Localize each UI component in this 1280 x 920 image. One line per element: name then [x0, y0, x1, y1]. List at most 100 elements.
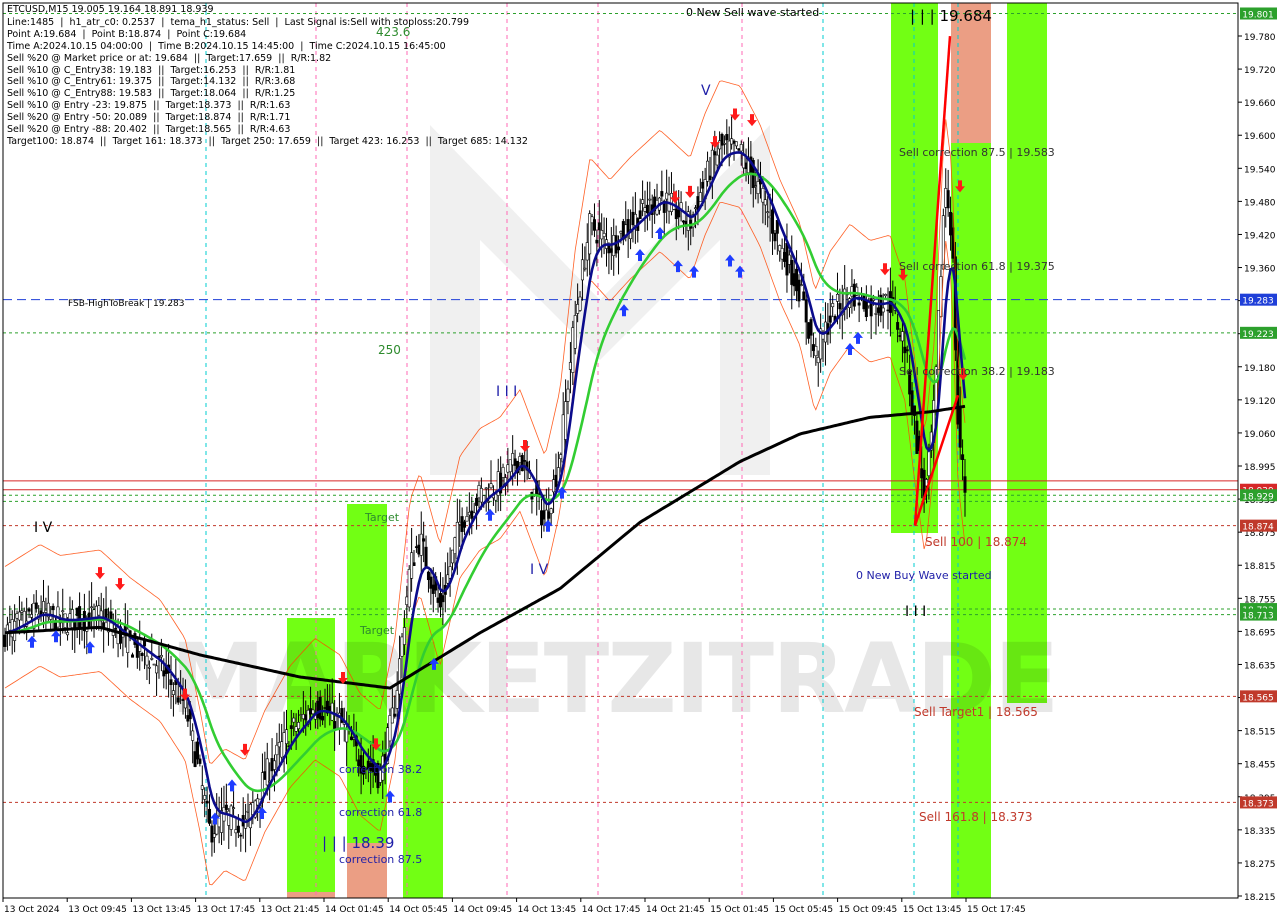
- y-tick-label: 19.780: [1244, 33, 1276, 43]
- new-sell-wave-label: 0 New Sell wave started: [686, 6, 819, 19]
- candle-body: [698, 192, 702, 202]
- x-tick-label: 14 Oct 05:45: [389, 905, 448, 915]
- candle-body: [41, 601, 45, 613]
- candle-body: [232, 807, 236, 809]
- candle-body: [316, 700, 320, 719]
- candle-body: [193, 751, 197, 767]
- buy-arrow-icon: [853, 331, 863, 344]
- info-line: Sell %20 @ Entry -88: 20.402 || Target:1…: [7, 124, 291, 136]
- info-line: Sell %10 @ C_Entry38: 19.183 || Target:1…: [7, 64, 296, 76]
- candle-body: [441, 595, 445, 603]
- candle-body: [455, 522, 459, 559]
- highlight-zone: [287, 892, 335, 898]
- candle-body: [97, 605, 101, 616]
- candle-body: [506, 464, 510, 473]
- candle-body: [645, 204, 649, 214]
- candle-body: [633, 213, 637, 227]
- candle-body: [734, 141, 738, 147]
- sell-arrow-icon: [95, 567, 105, 580]
- candle-body: [915, 420, 919, 454]
- candle-body: [419, 533, 423, 556]
- candle-body: [349, 736, 353, 741]
- candle-body: [470, 510, 474, 519]
- candle-body: [484, 487, 488, 490]
- candle-body: [566, 388, 570, 402]
- y-tick-label: 19.180: [1244, 364, 1276, 374]
- candle-body: [465, 516, 469, 522]
- candle-body: [710, 149, 714, 178]
- y-tick-label: 18.335: [1244, 827, 1276, 837]
- candle-body: [963, 476, 967, 493]
- y-tick-label: 18.515: [1244, 728, 1276, 738]
- y-tick-label: 18.815: [1244, 562, 1276, 572]
- candle-body: [256, 798, 260, 806]
- candle-body: [424, 546, 428, 568]
- candle-body: [597, 222, 601, 231]
- candle-body: [742, 155, 746, 169]
- candle-body: [176, 697, 180, 703]
- candle-body: [617, 246, 621, 251]
- candle-body: [802, 291, 806, 301]
- candle-body: [345, 728, 349, 743]
- candle-body: [152, 663, 156, 666]
- candle-body: [638, 210, 642, 219]
- candle-body: [501, 467, 505, 478]
- candle-body: [852, 283, 856, 307]
- candle-body: [585, 242, 589, 261]
- candle-body: [576, 304, 580, 314]
- info-line: Sell %10 @ C_Entry88: 19.583 || Target:1…: [7, 88, 296, 100]
- candle-body: [272, 760, 276, 770]
- candle-body: [479, 488, 483, 503]
- candle-body: [578, 296, 582, 311]
- y-tick-label: 18.275: [1244, 860, 1276, 870]
- candle-body: [900, 331, 904, 342]
- candle-body: [600, 230, 604, 240]
- candle-body: [660, 191, 664, 197]
- info-line: Sell %10 @ C_Entry61: 19.375 || Target:1…: [7, 76, 296, 88]
- candle-body: [898, 335, 902, 337]
- candle-body: [949, 211, 953, 236]
- candle-body: [787, 254, 791, 265]
- candle-body: [876, 307, 880, 313]
- candle-body: [540, 510, 544, 526]
- candle-body: [475, 497, 479, 506]
- candle-body: [720, 134, 724, 146]
- candle-body: [388, 715, 392, 742]
- candle-body: [150, 658, 154, 660]
- candle-body: [205, 800, 209, 804]
- price-badge-label: 18.874: [1242, 523, 1274, 533]
- candle-body: [301, 714, 305, 720]
- candle-body: [186, 715, 190, 722]
- candle-body: [595, 239, 599, 244]
- candle-body: [706, 160, 710, 182]
- buy-arrow-icon: [27, 635, 37, 648]
- candle-body: [438, 593, 442, 608]
- candle-body: [602, 233, 606, 237]
- candle-body: [773, 232, 777, 242]
- sell-arrow-icon: [240, 743, 250, 756]
- candle-body: [756, 181, 760, 194]
- sell-target1-label: Sell Target1 | 18.565: [914, 705, 1038, 719]
- candle-body: [90, 606, 94, 609]
- candle-body: [328, 706, 332, 712]
- candle-body: [523, 460, 527, 462]
- info-line: Point A:19.684 | Point B:18.874 | Point …: [7, 28, 247, 40]
- sell-1618-label: Sell 161.8 | 18.373: [919, 810, 1033, 824]
- candle-body: [20, 610, 24, 613]
- candle-body: [809, 319, 813, 336]
- y-tick-label: 18.635: [1244, 661, 1276, 671]
- candle-body: [159, 655, 163, 658]
- candle-body: [333, 721, 337, 729]
- candle-body: [299, 714, 303, 716]
- candle-body: [280, 741, 284, 758]
- candle-body: [393, 713, 397, 717]
- x-tick-label: 13 Oct 21:45: [261, 905, 320, 915]
- candle-body: [489, 483, 493, 489]
- y-tick-label: 19.120: [1244, 397, 1276, 407]
- candle-body: [828, 315, 832, 323]
- sell-arrow-icon: [520, 440, 530, 453]
- y-tick-label: 19.540: [1244, 165, 1276, 175]
- candle-body: [251, 802, 255, 815]
- candle-body: [701, 181, 705, 189]
- wave-v-label: V: [701, 83, 711, 99]
